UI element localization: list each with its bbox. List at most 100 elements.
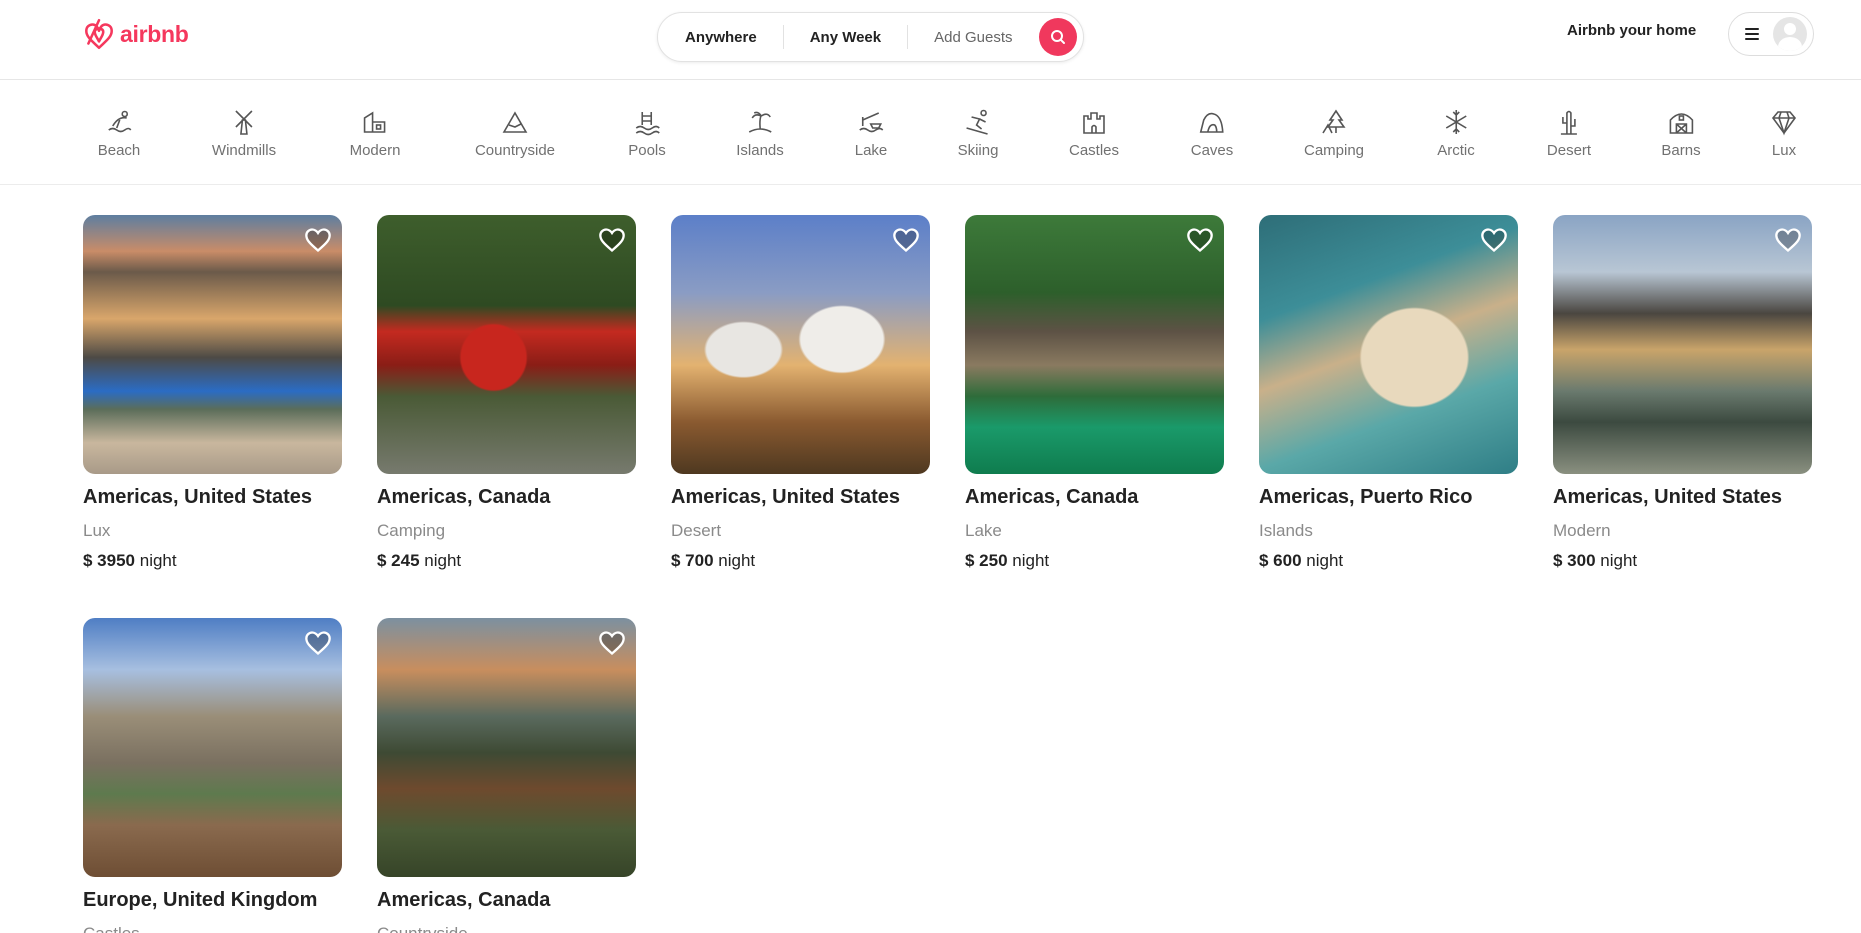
listing-photo[interactable] xyxy=(377,618,636,877)
listing-card[interactable]: Americas, Canada Countryside xyxy=(377,618,636,933)
pool-icon xyxy=(635,112,660,136)
heart-icon[interactable] xyxy=(1480,226,1508,254)
listing-price: $ 3950 night xyxy=(83,551,342,571)
listing-card[interactable]: Americas, Canada Camping $ 245 night xyxy=(377,215,636,571)
category-label: Arctic xyxy=(1437,142,1475,159)
category-caves[interactable]: Caves xyxy=(1190,108,1234,159)
search-submit-button[interactable] xyxy=(1039,18,1077,56)
user-avatar-icon xyxy=(1773,17,1807,51)
listing-price: $ 245 night xyxy=(377,551,636,571)
listing-category: Lux xyxy=(83,521,111,540)
category-arctic[interactable]: Arctic xyxy=(1437,108,1475,159)
listing-price-value: $ 250 xyxy=(965,551,1008,570)
lake-icon xyxy=(859,112,884,133)
listing-photo[interactable] xyxy=(671,215,930,474)
category-countryside[interactable]: Countryside xyxy=(475,108,555,159)
category-label: Barns xyxy=(1661,142,1701,159)
listing-price-value: $ 245 xyxy=(377,551,420,570)
listing-location: Americas, Canada xyxy=(377,889,551,911)
listing-price-value: $ 600 xyxy=(1259,551,1302,570)
category-beach[interactable]: Beach xyxy=(97,108,141,159)
category-barns[interactable]: Barns xyxy=(1661,108,1701,159)
top-header: airbnb Anywhere Any Week Add Guests Airb… xyxy=(0,0,1861,80)
brand-name: airbnb xyxy=(120,20,189,47)
listing-card[interactable]: Americas, United States Lux $ 3950 night xyxy=(83,215,342,571)
castle-icon xyxy=(1083,112,1105,134)
listing-location: Americas, Puerto Rico xyxy=(1259,486,1473,508)
search-where-button[interactable]: Anywhere xyxy=(658,23,783,51)
listing-price: $ 700 night xyxy=(671,551,930,571)
listing-location: Europe, United Kingdom xyxy=(83,889,318,911)
category-label: Skiing xyxy=(957,142,999,159)
category-windmills[interactable]: Windmills xyxy=(212,108,276,159)
listing-photo[interactable] xyxy=(1259,215,1518,474)
heart-icon[interactable] xyxy=(598,226,626,254)
listing-category: Islands xyxy=(1259,521,1313,540)
category-modern[interactable]: Modern xyxy=(349,108,401,159)
listing-price-unit: night xyxy=(1600,551,1638,570)
listing-price: $ 600 night xyxy=(1259,551,1518,571)
windmill-icon xyxy=(235,110,253,135)
listing-card[interactable]: Europe, United Kingdom Castles xyxy=(83,618,342,933)
listing-category: Camping xyxy=(377,521,446,540)
beach-icon xyxy=(108,110,132,133)
cave-icon xyxy=(1199,112,1224,133)
listing-price: $ 250 night xyxy=(965,551,1224,571)
listing-card[interactable]: Americas, United States Modern $ 300 nig… xyxy=(1553,215,1812,571)
hamburger-icon xyxy=(1745,28,1759,40)
snowflake-icon xyxy=(1445,110,1467,134)
listing-photo[interactable] xyxy=(965,215,1224,474)
listing-card[interactable]: Americas, Puerto Rico Islands $ 600 nigh… xyxy=(1259,215,1518,571)
listing-photo[interactable] xyxy=(83,618,342,877)
heart-icon[interactable] xyxy=(892,226,920,254)
category-lux[interactable]: Lux xyxy=(1770,108,1798,159)
listing-photo[interactable] xyxy=(1553,215,1812,474)
listing-card[interactable]: Americas, Canada Lake $ 250 night xyxy=(965,215,1224,571)
category-label: Lux xyxy=(1771,142,1797,159)
listing-photo[interactable] xyxy=(83,215,342,474)
category-pools[interactable]: Pools xyxy=(628,108,666,159)
listing-photo[interactable] xyxy=(377,215,636,474)
user-menu-button[interactable] xyxy=(1728,12,1814,56)
search-guests-button[interactable]: Add Guests xyxy=(908,23,1024,51)
category-camping[interactable]: Camping xyxy=(1304,108,1364,159)
listing-card[interactable]: Americas, United States Desert $ 700 nig… xyxy=(671,215,930,571)
category-desert[interactable]: Desert xyxy=(1547,108,1591,159)
search-bar[interactable]: Anywhere Any Week Add Guests xyxy=(657,12,1084,62)
listing-location: Americas, United States xyxy=(671,486,900,508)
listing-category: Desert xyxy=(671,521,722,540)
mountain-icon xyxy=(502,111,528,133)
category-bar: Beach Windmills Modern Countryside Pools… xyxy=(0,80,1861,185)
category-label: Beach xyxy=(97,142,141,159)
category-label: Caves xyxy=(1190,142,1234,159)
category-islands[interactable]: Islands xyxy=(736,108,784,159)
heart-icon[interactable] xyxy=(1774,226,1802,254)
diamond-icon xyxy=(1771,111,1797,136)
cactus-icon xyxy=(1561,110,1577,135)
listing-price-unit: night xyxy=(718,551,756,570)
island-icon xyxy=(748,111,772,133)
listing-category: Countryside xyxy=(377,924,636,933)
airbnb-logo[interactable]: airbnb xyxy=(82,16,189,52)
category-label: Modern xyxy=(349,142,401,159)
category-label: Camping xyxy=(1303,142,1365,159)
category-label: Countryside xyxy=(474,142,556,159)
airbnb-your-home-link[interactable]: Airbnb your home xyxy=(1567,22,1696,39)
heart-icon[interactable] xyxy=(598,629,626,657)
heart-icon[interactable] xyxy=(304,226,332,254)
modern-house-icon xyxy=(364,111,386,133)
category-skiing[interactable]: Skiing xyxy=(957,108,999,159)
category-label: Lake xyxy=(854,142,888,159)
listing-location: Americas, United States xyxy=(83,486,312,508)
category-lake[interactable]: Lake xyxy=(854,108,888,159)
category-castles[interactable]: Castles xyxy=(1069,108,1119,159)
listing-location: Americas, Canada xyxy=(965,486,1139,508)
heart-icon[interactable] xyxy=(1186,226,1214,254)
category-label: Windmills xyxy=(211,142,277,159)
listing-price-unit: night xyxy=(424,551,462,570)
search-when-button[interactable]: Any Week xyxy=(784,23,907,51)
listing-category: Modern xyxy=(1553,521,1611,540)
heart-icon[interactable] xyxy=(304,629,332,657)
category-label: Castles xyxy=(1068,142,1120,159)
airbnb-logo-icon xyxy=(85,18,113,50)
